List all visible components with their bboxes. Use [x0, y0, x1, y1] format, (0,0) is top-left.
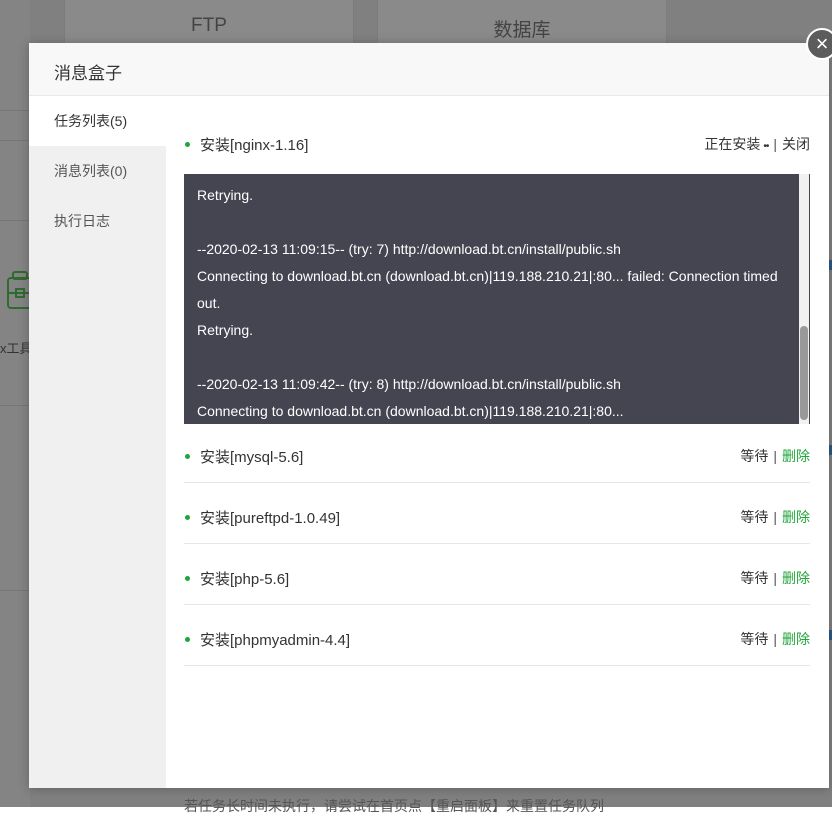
sidebar-item-task-list[interactable]: 任务列表(5) — [29, 96, 166, 146]
status-dot-icon — [185, 142, 190, 147]
separator: | — [773, 509, 777, 525]
sidebar-item-label: 任务列表(5) — [54, 113, 128, 129]
log-text: Retrying. --2020-02-13 11:09:15-- (try: 7… — [197, 182, 787, 424]
status-dot-icon — [185, 576, 190, 581]
delete-task-link[interactable]: 删除 — [782, 631, 810, 647]
row-divider — [184, 482, 810, 483]
log-line: Connecting to download.bt.cn (download.b… — [197, 403, 624, 419]
task-actions: 等待 | 删除 — [740, 446, 810, 466]
footer-note: 若任务长时间未执行，请尝试在首页点【重启面板】来重置任务队列 — [184, 798, 604, 814]
close-task-link[interactable]: 关闭 — [782, 136, 810, 152]
task-row-running: 安装[nginx-1.16] 正在安装 •• | 关闭 — [184, 129, 810, 159]
log-line: --2020-02-13 11:09:15-- (try: 7) http://… — [197, 241, 621, 257]
task-row: 安装[pureftpd-1.0.49] 等待 | 删除 — [184, 502, 810, 532]
row-divider — [184, 543, 810, 544]
log-line: Retrying. — [197, 322, 254, 338]
task-actions: 等待 | 删除 — [740, 629, 810, 649]
log-line: Retrying. — [197, 187, 254, 203]
sidebar-item-label: 执行日志 — [54, 213, 110, 229]
sidebar-item-label: 消息列表(0) — [54, 163, 128, 179]
sidebar-item-execution-log[interactable]: 执行日志 — [29, 196, 166, 246]
task-list-panel: 安装[nginx-1.16] 正在安装 •• | 关闭 Retrying. --2020… — [184, 96, 810, 814]
task-status: 等待 — [740, 448, 769, 464]
task-actions: 等待 | 删除 — [740, 507, 810, 527]
bg-divider — [0, 110, 30, 111]
separator: | — [773, 136, 777, 152]
log-scrollbar[interactable] — [799, 174, 809, 424]
task-status: 等待 — [740, 570, 769, 586]
log-scrollbar-thumb[interactable] — [800, 326, 808, 420]
task-actions: 等待 | 删除 — [740, 568, 810, 588]
bg-divider — [0, 405, 30, 406]
bg-divider — [0, 140, 30, 141]
bg-divider — [0, 220, 30, 221]
task-row: 安装[phpmyadmin-4.4] 等待 | 删除 — [184, 624, 810, 654]
task-name: 安装[mysql-5.6] — [200, 449, 304, 466]
separator: | — [773, 631, 777, 647]
task-status: 等待 — [740, 631, 769, 647]
delete-task-link[interactable]: 删除 — [782, 509, 810, 525]
close-modal-button[interactable]: × — [806, 28, 832, 60]
task-name: 安装[nginx-1.16] — [200, 137, 309, 154]
modal-title: 消息盒子 — [54, 64, 122, 83]
task-name: 安装[php-5.6] — [200, 571, 290, 588]
loading-dots-icon: •• — [763, 141, 769, 152]
close-icon: × — [815, 31, 829, 56]
status-dot-icon — [185, 637, 190, 642]
bg-divider — [0, 590, 30, 591]
bg-card-title: 数据库 — [493, 20, 551, 41]
task-actions: 正在安装 •• | 关闭 — [704, 134, 810, 154]
task-row: 安装[mysql-5.6] 等待 | 删除 — [184, 441, 810, 471]
bg-tool-label: x工具 — [0, 341, 33, 356]
sidebar-item-message-list[interactable]: 消息列表(0) — [29, 146, 166, 196]
task-row: 安装[php-5.6] 等待 | 删除 — [184, 563, 810, 593]
log-line: --2020-02-13 11:09:42-- (try: 8) http://… — [197, 376, 621, 392]
task-status: 等待 — [740, 509, 769, 525]
message-box-modal: 消息盒子 任务列表(5) 消息列表(0) 执行日志 安装[nginx-1.16]… — [29, 43, 829, 814]
install-log-console[interactable]: Retrying. --2020-02-13 11:09:15-- (try: 7… — [184, 174, 810, 424]
separator: | — [773, 570, 777, 586]
bg-left-strip — [0, 0, 30, 807]
log-line: Connecting to download.bt.cn (download.b… — [197, 268, 782, 311]
bg-card-title: FTP — [191, 15, 227, 36]
separator: | — [773, 448, 777, 464]
status-dot-icon — [185, 515, 190, 520]
status-dot-icon — [185, 454, 190, 459]
modal-sidebar: 任务列表(5) 消息列表(0) 执行日志 — [29, 96, 166, 788]
task-name: 安装[pureftpd-1.0.49] — [200, 510, 341, 527]
delete-task-link[interactable]: 删除 — [782, 570, 810, 586]
task-status: 正在安装 — [704, 136, 761, 152]
row-divider — [184, 604, 810, 605]
delete-task-link[interactable]: 删除 — [782, 448, 810, 464]
modal-header: 消息盒子 — [29, 43, 829, 96]
task-name: 安装[phpmyadmin-4.4] — [200, 632, 351, 649]
row-divider — [184, 665, 810, 666]
